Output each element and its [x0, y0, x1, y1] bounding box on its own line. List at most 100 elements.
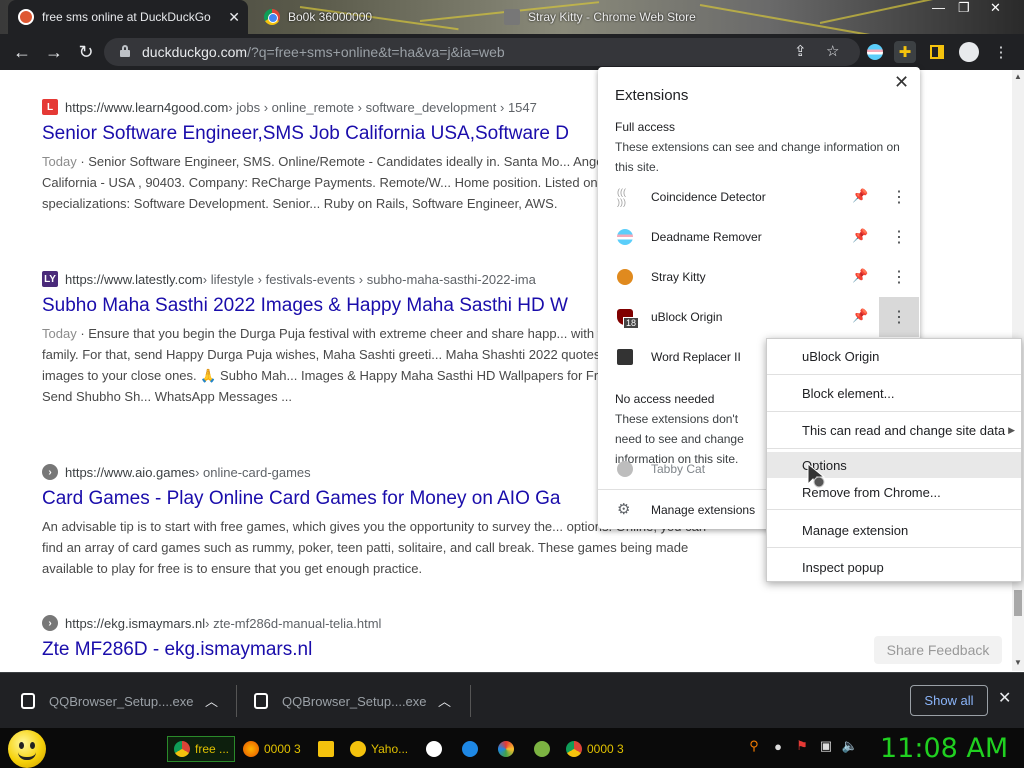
more-options-icon[interactable]: ⋮	[879, 257, 919, 297]
scroll-thumb[interactable]	[1014, 590, 1022, 616]
taskbar-app[interactable]	[528, 736, 552, 762]
deadname-remover-toolbar-icon[interactable]	[864, 41, 886, 63]
menu-item-ublock-origin[interactable]: uBlock Origin	[767, 340, 1021, 372]
extensions-puzzle-icon[interactable]: ✚	[894, 41, 916, 63]
share-feedback-button[interactable]: Share Feedback	[874, 636, 1002, 664]
taskbar-qqbrowser[interactable]	[456, 736, 480, 762]
bookmark-star-icon[interactable]: ☆	[826, 42, 839, 60]
extension-row-stray-kitty[interactable]: Stray Kitty 📌 ⋮	[598, 257, 920, 297]
extension-name: Word Replacer II	[651, 350, 741, 364]
downloads-bar: QQBrowser_Setup....exe ︿ QQBrowser_Setup…	[0, 672, 1024, 728]
extension-name: uBlock Origin	[651, 310, 723, 324]
restore-icon[interactable]: ❐	[958, 0, 970, 16]
result-path: › zte-mf286d-manual-telia.html	[205, 615, 382, 631]
tabby-cat-icon	[617, 461, 633, 477]
more-options-icon[interactable]: ⋮	[879, 217, 919, 257]
ekg-favicon-icon: ›	[42, 615, 58, 631]
close-popup-icon[interactable]: ✕	[894, 72, 909, 93]
chevron-up-icon[interactable]: ︿	[205, 691, 218, 710]
scroll-down-icon[interactable]: ▼	[1014, 658, 1022, 667]
menu-separator	[767, 547, 1021, 548]
close-tab-icon[interactable]: ✕	[228, 9, 240, 26]
deadname-remover-icon	[617, 229, 633, 245]
action-center-flag-icon[interactable]: ⚑	[794, 738, 810, 754]
taskbar-chrome-window[interactable]: free ...	[167, 736, 235, 762]
more-options-icon[interactable]: ⋮	[879, 297, 919, 337]
result-host: https://www.latestly.com	[65, 271, 203, 287]
taskbar-chrome-window[interactable]: 0000 3...	[560, 736, 624, 762]
tab-book[interactable]: Bo0k 36000000	[258, 0, 478, 34]
close-window-icon[interactable]: ✕	[990, 0, 1001, 16]
chrome-icon	[566, 741, 582, 757]
more-options-icon[interactable]: ⋮	[879, 177, 919, 217]
reload-button[interactable]: ↻	[70, 34, 102, 70]
download-item[interactable]: QQBrowser_Setup....exe ︿	[233, 673, 469, 729]
address-bar[interactable]: duckduckgo.com/?q=free+sms+online&t=ha&v…	[104, 38, 860, 66]
menu-item-manage-extension[interactable]: Manage extension	[767, 514, 1021, 546]
mouse-cursor-icon	[807, 462, 826, 489]
theme-decoration	[819, 0, 938, 24]
gear-icon: ⚙	[617, 501, 631, 518]
browser-toolbar: ← → ↻ duckduckgo.com/?q=free+sms+online&…	[0, 34, 1024, 70]
side-panel-icon[interactable]	[926, 41, 948, 63]
result-date: Today	[42, 154, 77, 169]
task-label: Yaho...	[371, 742, 409, 756]
chrome-icon	[174, 741, 190, 757]
full-access-heading: Full access	[615, 120, 676, 134]
menu-item-inspect-popup[interactable]: Inspect popup	[767, 551, 1021, 583]
scroll-up-icon[interactable]: ▲	[1014, 72, 1022, 81]
web-store-icon	[504, 9, 520, 25]
download-item[interactable]: QQBrowser_Setup....exe ︿	[0, 673, 236, 729]
result-path: › jobs › online_remote › software_develo…	[228, 99, 537, 115]
extension-name: Coincidence Detector	[651, 190, 766, 204]
extension-row-ublock-origin[interactable]: 18 uBlock Origin 📌 ⋮	[598, 297, 920, 337]
close-downloads-icon[interactable]: ✕	[998, 688, 1011, 708]
pin-icon[interactable]: 📌	[852, 188, 868, 204]
result-title-link[interactable]: Zte MF286D - ekg.ismaymars.nl	[42, 639, 722, 661]
task-label: 0000 3...	[264, 742, 301, 756]
taskbar-yahoo-window[interactable]: Yaho...	[344, 736, 412, 762]
stray-kitty-icon	[617, 269, 633, 285]
menu-separator	[767, 509, 1021, 510]
result-path: › online-card-games	[195, 464, 311, 480]
menu-item-block-element[interactable]: Block element...	[767, 377, 1021, 409]
chrome-menu-icon[interactable]: ⋮	[990, 41, 1012, 63]
theme-decoration	[699, 4, 898, 34]
extension-row-deadname-remover[interactable]: Deadname Remover 📌 ⋮	[598, 217, 920, 257]
file-icon	[21, 693, 35, 709]
pin-icon[interactable]: 📌	[852, 228, 868, 244]
taskbar-clock[interactable]: 11:08 AM	[880, 733, 1008, 764]
learn4good-favicon-icon: L	[42, 99, 58, 115]
extension-name: Tabby Cat	[651, 462, 706, 476]
extension-row-coincidence-detector[interactable]: ((( ))) Coincidence Detector 📌 ⋮	[598, 177, 920, 217]
start-smiley-icon[interactable]	[8, 730, 46, 768]
lock-icon[interactable]	[120, 45, 130, 57]
profile-avatar-icon[interactable]	[958, 41, 980, 63]
pin-icon[interactable]: 📌	[852, 308, 868, 324]
search-icon[interactable]: ⚲	[746, 738, 762, 754]
tab-duckduckgo[interactable]: free sms online at DuckDuckGo ✕	[8, 0, 248, 34]
blocked-count-badge: 18	[623, 317, 640, 329]
coincidence-detector-icon: ((( )))	[617, 187, 633, 207]
share-icon[interactable]: ⇪	[794, 42, 807, 60]
back-button[interactable]: ←	[6, 34, 38, 70]
tray-app-icon[interactable]: ●	[770, 738, 786, 754]
chevron-up-icon[interactable]: ︿	[438, 691, 451, 710]
show-all-downloads-button[interactable]: Show all	[910, 685, 988, 716]
taskbar-explorer[interactable]	[312, 736, 336, 762]
popup-title: Extensions	[615, 87, 689, 104]
tab-stray-kitty[interactable]: Stray Kitty - Chrome Web Store	[498, 0, 718, 34]
menu-item-site-access[interactable]: This can read and change site data ▶	[767, 414, 1021, 446]
file-icon	[254, 693, 268, 709]
task-label: free ...	[195, 742, 230, 756]
ublock-origin-icon: 18	[617, 309, 640, 329]
result-url[interactable]: › https://ekg.ismaymars.nl › zte-mf286d-…	[42, 614, 722, 632]
forward-button[interactable]: →	[38, 34, 70, 70]
taskbar-yandex[interactable]	[420, 736, 444, 762]
volume-icon[interactable]: 🔈	[842, 738, 858, 754]
taskbar-app[interactable]	[492, 736, 516, 762]
minimize-icon[interactable]: —	[932, 0, 945, 15]
pin-icon[interactable]: 📌	[852, 268, 868, 284]
taskbar-firefox-window[interactable]: 0000 3...	[237, 736, 301, 762]
network-icon[interactable]: ▣	[818, 738, 834, 754]
